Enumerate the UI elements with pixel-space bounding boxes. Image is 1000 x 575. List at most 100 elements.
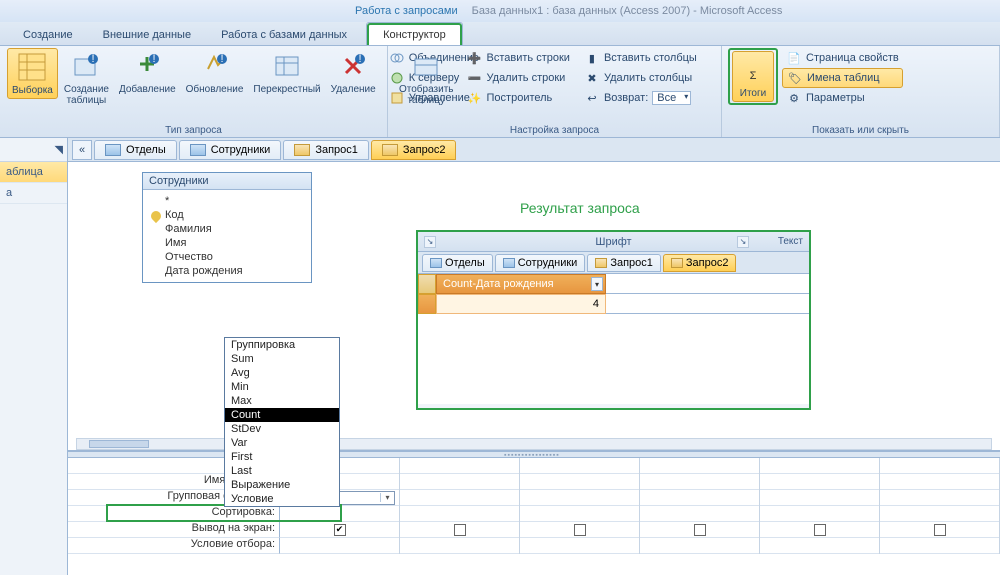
agg-option-max[interactable]: Max: [225, 394, 339, 408]
agg-option-sum[interactable]: Sum: [225, 352, 339, 366]
field-star[interactable]: *: [151, 194, 303, 208]
qbe-cell[interactable]: [520, 490, 639, 506]
qbe-cell[interactable]: [640, 474, 759, 490]
object-tab-sotrudniki[interactable]: Сотрудники: [179, 140, 282, 160]
result-tab-zapros2[interactable]: Запрос2: [663, 254, 737, 272]
update-button[interactable]: ! Обновление: [182, 48, 248, 97]
totals-button[interactable]: Σ Итоги: [732, 51, 774, 102]
result-column-header[interactable]: Count-Дата рождения ▾: [436, 274, 606, 294]
qbe-cell[interactable]: [520, 506, 639, 522]
delete-cols-button[interactable]: ✖Удалить столбцы: [580, 68, 701, 88]
field-kod[interactable]: Код: [151, 208, 303, 222]
table-names-button[interactable]: 🏷Имена таблиц: [782, 68, 903, 88]
dialog-launcher-icon[interactable]: ↘: [737, 236, 749, 248]
nav-shutter-button[interactable]: «: [72, 140, 92, 160]
qbe-cell[interactable]: [760, 458, 879, 474]
make-table-button[interactable]: ! Создание таблицы: [60, 48, 113, 108]
column-dropdown-icon[interactable]: ▾: [591, 277, 603, 291]
qbe-cell[interactable]: [880, 474, 999, 490]
result-tab-zapros1[interactable]: Запрос1: [587, 254, 661, 272]
qbe-show-cell[interactable]: ✔: [280, 522, 399, 538]
agg-option-group[interactable]: Группировка: [225, 338, 339, 352]
horizontal-scrollbar[interactable]: [76, 438, 992, 450]
result-tab-sotrudniki[interactable]: Сотрудники: [495, 254, 586, 272]
builder-button[interactable]: ✨Построитель: [463, 88, 574, 108]
show-checkbox[interactable]: ✔: [334, 524, 346, 536]
delete-button[interactable]: ! Удаление: [327, 48, 380, 97]
qbe-cell[interactable]: [760, 506, 879, 522]
show-checkbox[interactable]: [934, 524, 946, 536]
insert-rows-button[interactable]: ➕Вставить строки: [463, 48, 574, 68]
qbe-cell[interactable]: [760, 538, 879, 554]
agg-option-where[interactable]: Условие: [225, 492, 339, 506]
append-button[interactable]: ! Добавление: [115, 48, 180, 97]
qbe-cell[interactable]: [640, 490, 759, 506]
qbe-show-cell[interactable]: [880, 522, 999, 538]
qbe-show-cell[interactable]: [640, 522, 759, 538]
qbe-show-cell[interactable]: [520, 522, 639, 538]
nav-item-tables[interactable]: аблица: [0, 162, 67, 183]
qbe-cell[interactable]: [640, 506, 759, 522]
select-query-button[interactable]: Выборка: [7, 48, 58, 99]
qbe-cell[interactable]: [520, 474, 639, 490]
field-imya[interactable]: Имя: [151, 236, 303, 250]
qbe-criteria-cell[interactable]: [280, 538, 399, 554]
qbe-cell[interactable]: [760, 474, 879, 490]
object-tab-otdely[interactable]: Отделы: [94, 140, 177, 160]
agg-option-count[interactable]: Count: [225, 408, 339, 422]
dialog-launcher-icon[interactable]: ↘: [424, 236, 436, 248]
qbe-cell[interactable]: [880, 538, 999, 554]
nav-item[interactable]: а: [0, 183, 67, 204]
ribbon-tab-external-data[interactable]: Внешние данные: [88, 24, 206, 45]
qbe-show-cell[interactable]: [760, 522, 879, 538]
ribbon-tab-database-tools[interactable]: Работа с базами данных: [206, 24, 362, 45]
object-tab-zapros1[interactable]: Запрос1: [283, 140, 369, 160]
ribbon-tab-create[interactable]: Создание: [8, 24, 88, 45]
result-row-selector[interactable]: [418, 294, 436, 314]
field-list-title[interactable]: Сотрудники: [143, 173, 311, 190]
agg-option-first[interactable]: First: [225, 450, 339, 464]
qbe-cell[interactable]: [760, 490, 879, 506]
navigation-pane[interactable]: ◥ аблица а: [0, 138, 68, 575]
property-sheet-button[interactable]: 📄Страница свойств: [782, 48, 903, 68]
result-select-all[interactable]: [418, 274, 436, 294]
scrollbar-thumb[interactable]: [89, 440, 149, 448]
agg-option-min[interactable]: Min: [225, 380, 339, 394]
agg-option-stdev[interactable]: StDev: [225, 422, 339, 436]
insert-cols-button[interactable]: ▮Вставить столбцы: [580, 48, 701, 68]
qbe-cell[interactable]: [400, 474, 519, 490]
chevron-down-icon[interactable]: ▾: [380, 493, 394, 502]
qbe-cell[interactable]: [520, 538, 639, 554]
qbe-cell[interactable]: [400, 538, 519, 554]
agg-option-avg[interactable]: Avg: [225, 366, 339, 380]
qbe-cell[interactable]: [400, 506, 519, 522]
qbe-cell[interactable]: [880, 458, 999, 474]
show-checkbox[interactable]: [694, 524, 706, 536]
agg-option-var[interactable]: Var: [225, 436, 339, 450]
agg-option-expression[interactable]: Выражение: [225, 478, 339, 492]
parameters-button[interactable]: ⚙Параметры: [782, 88, 903, 108]
result-tab-otdely[interactable]: Отделы: [422, 254, 493, 272]
crosstab-button[interactable]: Перекрестный: [249, 48, 324, 97]
qbe-cell[interactable]: [400, 458, 519, 474]
qbe-sort-cell[interactable]: [280, 506, 399, 522]
object-tab-zapros2[interactable]: Запрос2: [371, 140, 457, 160]
show-table-button[interactable]: Отобразить таблицу: [395, 48, 458, 108]
field-otchestvo[interactable]: Отчество: [151, 250, 303, 264]
ribbon-tab-design[interactable]: Конструктор: [367, 23, 462, 45]
aggregate-dropdown-list[interactable]: Группировка Sum Avg Min Max Count StDev …: [224, 337, 340, 507]
qbe-cell[interactable]: [640, 458, 759, 474]
return-combo[interactable]: Все▾: [652, 91, 691, 105]
field-familiya[interactable]: Фамилия: [151, 222, 303, 236]
result-cell[interactable]: 4: [436, 294, 606, 314]
show-checkbox[interactable]: [454, 524, 466, 536]
field-data-rozhdeniya[interactable]: Дата рождения: [151, 264, 303, 278]
qbe-cell[interactable]: [400, 490, 519, 506]
nav-expand-icon[interactable]: ◥: [0, 138, 67, 162]
field-list-sotrudniki[interactable]: Сотрудники * Код Фамилия Имя Отчество Да…: [142, 172, 312, 283]
show-checkbox[interactable]: [574, 524, 586, 536]
agg-option-last[interactable]: Last: [225, 464, 339, 478]
delete-rows-button[interactable]: ➖Удалить строки: [463, 68, 574, 88]
qbe-cell[interactable]: [880, 490, 999, 506]
qbe-cell[interactable]: [880, 506, 999, 522]
